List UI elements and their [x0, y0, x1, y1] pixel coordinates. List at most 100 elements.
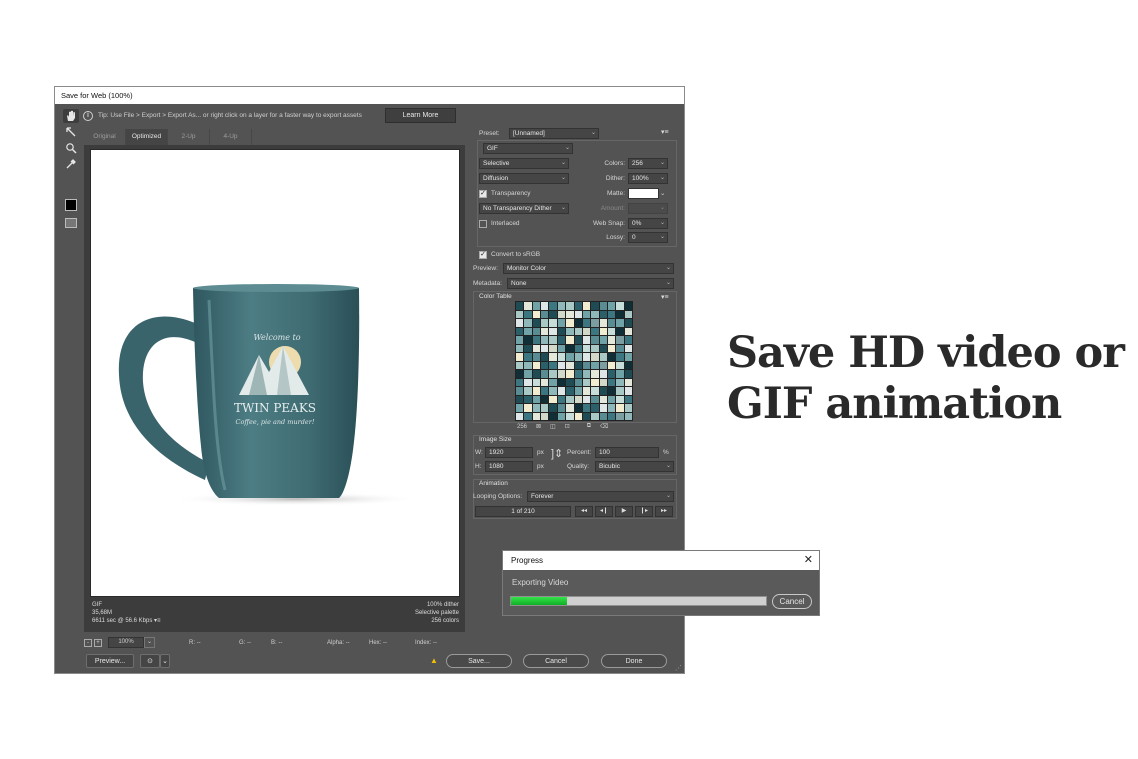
- color-swatch[interactable]: [532, 395, 541, 403]
- color-swatch[interactable]: [516, 310, 524, 318]
- color-table-menu-icon[interactable]: ▾≡: [661, 293, 669, 301]
- color-swatch[interactable]: [624, 387, 632, 395]
- color-swatch[interactable]: [607, 336, 616, 344]
- height-field[interactable]: 1080: [485, 461, 533, 472]
- color-swatch[interactable]: [557, 395, 566, 403]
- color-swatch[interactable]: [549, 387, 557, 395]
- color-swatch[interactable]: [566, 319, 574, 327]
- color-swatch[interactable]: [624, 404, 632, 412]
- color-swatch[interactable]: [582, 336, 591, 344]
- color-swatch[interactable]: [549, 378, 557, 386]
- delete-color-icon[interactable]: ⌫: [600, 423, 608, 430]
- color-swatch[interactable]: [591, 353, 599, 361]
- color-swatch[interactable]: [557, 404, 566, 412]
- map-color-icon[interactable]: ⊠: [536, 423, 541, 430]
- color-swatch[interactable]: [566, 412, 574, 420]
- color-swatch[interactable]: [549, 353, 557, 361]
- color-swatch[interactable]: [549, 310, 557, 318]
- color-swatch[interactable]: [582, 344, 591, 352]
- color-swatch[interactable]: [574, 319, 582, 327]
- color-swatch[interactable]: [599, 378, 607, 386]
- color-swatch[interactable]: [524, 370, 532, 378]
- slice-select-tool-icon[interactable]: [63, 125, 79, 139]
- color-swatch[interactable]: [607, 310, 616, 318]
- color-swatch[interactable]: [524, 412, 532, 420]
- color-swatch[interactable]: [599, 353, 607, 361]
- color-swatch[interactable]: [516, 319, 524, 327]
- color-swatch[interactable]: [574, 370, 582, 378]
- color-swatch[interactable]: [557, 336, 566, 344]
- browser-preview-icon[interactable]: ⊙: [140, 654, 160, 668]
- matte-color-swatch[interactable]: [628, 188, 659, 199]
- zoom-tool-icon[interactable]: [63, 141, 79, 155]
- color-swatch[interactable]: [616, 302, 624, 310]
- transparency-dither-select[interactable]: No Transparency Dither ⌄: [479, 203, 569, 214]
- color-swatch[interactable]: [607, 344, 616, 352]
- color-swatch[interactable]: [616, 370, 624, 378]
- color-swatch[interactable]: [591, 387, 599, 395]
- color-swatch[interactable]: [599, 327, 607, 335]
- color-swatch[interactable]: [524, 361, 532, 369]
- color-swatch[interactable]: [557, 378, 566, 386]
- color-swatch[interactable]: [599, 344, 607, 352]
- color-swatch[interactable]: [624, 319, 632, 327]
- zoom-in-button[interactable]: +: [94, 638, 102, 647]
- color-swatch[interactable]: [541, 395, 549, 403]
- color-swatch[interactable]: [557, 319, 566, 327]
- color-swatch[interactable]: [557, 302, 566, 310]
- lock-color-icon[interactable]: ⊡: [565, 423, 570, 430]
- close-icon[interactable]: ✕: [804, 551, 813, 570]
- color-swatch[interactable]: [616, 310, 624, 318]
- color-swatch[interactable]: [574, 310, 582, 318]
- color-swatch[interactable]: [607, 302, 616, 310]
- color-table-grid[interactable]: [515, 301, 633, 421]
- color-swatch[interactable]: [549, 336, 557, 344]
- color-swatch[interactable]: [532, 370, 541, 378]
- color-swatch[interactable]: [607, 327, 616, 335]
- done-button[interactable]: Done: [601, 654, 667, 668]
- color-swatch[interactable]: [582, 387, 591, 395]
- color-swatch[interactable]: [557, 412, 566, 420]
- web-shift-icon[interactable]: ◫: [550, 423, 556, 430]
- optimize-menu-icon[interactable]: ▾≡: [661, 128, 669, 136]
- color-swatch[interactable]: [574, 395, 582, 403]
- color-swatch[interactable]: [616, 404, 624, 412]
- color-swatch[interactable]: [549, 370, 557, 378]
- color-swatch[interactable]: [532, 378, 541, 386]
- color-swatch[interactable]: [532, 310, 541, 318]
- color-swatch[interactable]: [532, 336, 541, 344]
- color-swatch[interactable]: [557, 327, 566, 335]
- metadata-select[interactable]: None ⌄: [507, 278, 674, 289]
- color-swatch[interactable]: [566, 378, 574, 386]
- save-button[interactable]: Save...: [446, 654, 512, 668]
- color-swatch[interactable]: [574, 353, 582, 361]
- color-swatch[interactable]: [591, 310, 599, 318]
- color-swatch[interactable]: [524, 378, 532, 386]
- color-swatch[interactable]: [541, 378, 549, 386]
- color-swatch[interactable]: [616, 327, 624, 335]
- color-swatch[interactable]: [616, 353, 624, 361]
- color-swatch[interactable]: [549, 327, 557, 335]
- preset-select[interactable]: [Unnamed] ⌄: [509, 128, 599, 139]
- tab-original[interactable]: Original: [84, 129, 126, 145]
- color-swatch[interactable]: [599, 370, 607, 378]
- color-swatch[interactable]: [566, 404, 574, 412]
- color-swatch[interactable]: [524, 327, 532, 335]
- color-swatch[interactable]: [541, 370, 549, 378]
- color-swatch[interactable]: [607, 412, 616, 420]
- color-swatch[interactable]: [524, 319, 532, 327]
- first-frame-button[interactable]: ◂◂: [575, 506, 593, 517]
- color-swatch[interactable]: [599, 404, 607, 412]
- tab-4-up[interactable]: 4-Up: [210, 129, 252, 145]
- hand-tool-icon[interactable]: [63, 109, 79, 123]
- color-swatch[interactable]: [624, 378, 632, 386]
- next-frame-button[interactable]: ❙▸: [635, 506, 653, 517]
- color-swatch[interactable]: [516, 378, 524, 386]
- color-swatch[interactable]: [591, 412, 599, 420]
- color-swatch[interactable]: [582, 327, 591, 335]
- color-swatch[interactable]: [574, 336, 582, 344]
- color-swatch[interactable]: [532, 327, 541, 335]
- color-swatch[interactable]: [591, 336, 599, 344]
- width-field[interactable]: 1920: [485, 447, 533, 458]
- color-swatch[interactable]: [574, 404, 582, 412]
